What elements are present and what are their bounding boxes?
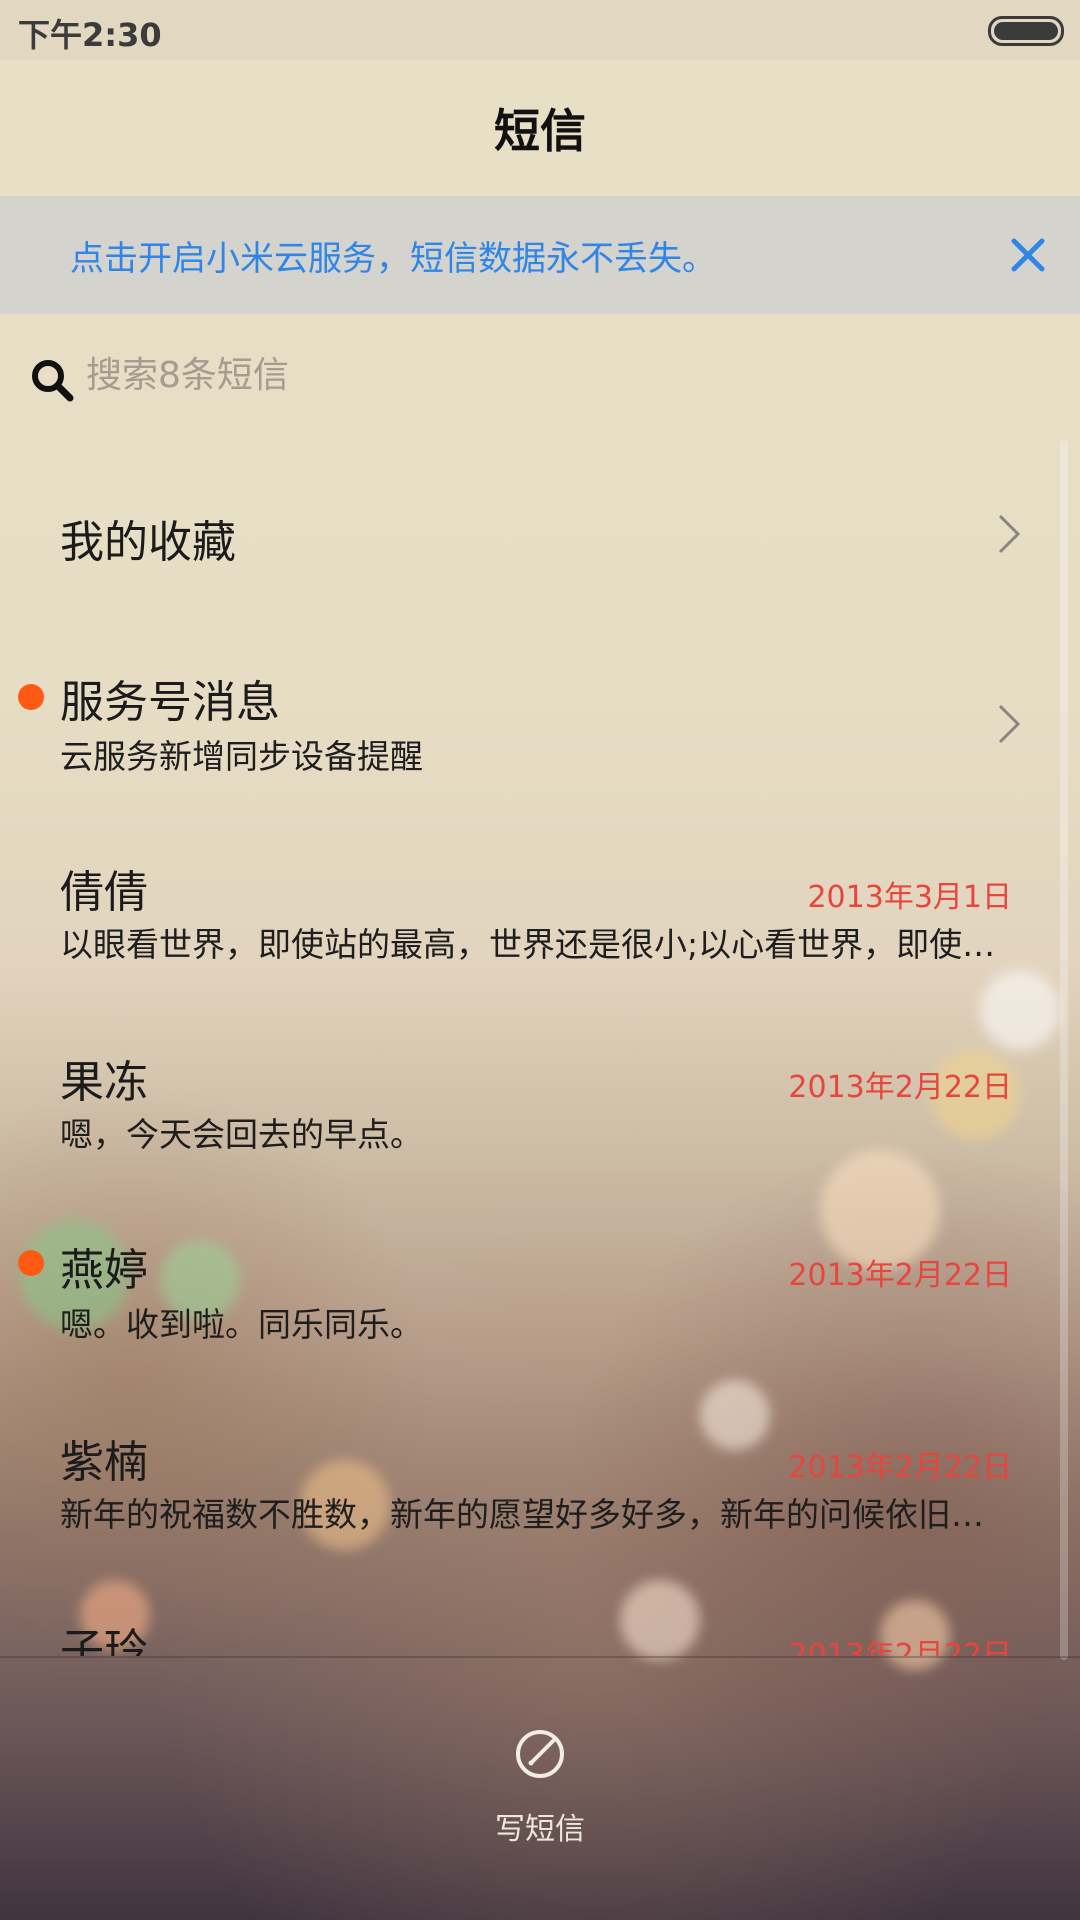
list-item-thread[interactable]: 果冻 2013年2月22日 嗯，今天会回去的早点。 [0, 1030, 1080, 1170]
title-bar: 短信 [0, 60, 1080, 196]
list-item-thread[interactable]: 燕婷 2013年2月22日 嗯。收到啦。同乐同乐。 [0, 1220, 1080, 1360]
unread-dot [18, 684, 44, 710]
search-input[interactable] [84, 344, 988, 406]
thread-date: 2013年2月22日 [788, 1070, 1012, 1105]
thread-snippet: 以眼看世界，即使站的最高，世界还是很小;以心看世界，即使站的最低，世界也会很大。 [60, 925, 1015, 964]
status-bar: 下午2:30 [0, 0, 1080, 60]
list-item-thread[interactable]: 子玲 2013年2月22日 [0, 1600, 1080, 1656]
thread-date: 2013年2月22日 [788, 1258, 1012, 1293]
thread-name: 我的收藏 [60, 517, 236, 568]
unread-dot [18, 1250, 44, 1276]
thread-name: 倩倩 [60, 867, 148, 918]
status-time: 下午2:30 [18, 16, 162, 54]
thread-name: 服务号消息 [60, 677, 280, 728]
list-item-thread[interactable]: 紫楠 2013年2月22日 新年的祝福数不胜数，新年的愿望好多好多，新年的问候依… [0, 1410, 1080, 1550]
page-title: 短信 [494, 104, 586, 158]
close-icon[interactable] [1002, 229, 1054, 281]
thread-date: 2013年2月22日 [788, 1638, 1012, 1656]
thread-name: 果冻 [60, 1057, 148, 1108]
battery-icon [988, 16, 1064, 46]
thread-date: 2013年3月1日 [807, 880, 1012, 915]
thread-name: 燕婷 [60, 1245, 148, 1296]
banner-text[interactable]: 点击开启小米云服务，短信数据永不丢失。 [70, 231, 716, 280]
thread-snippet: 云服务新增同步设备提醒 [60, 737, 423, 776]
thread-name: 子玲 [60, 1625, 148, 1656]
thread-snippet: 新年的祝福数不胜数，新年的愿望好多好多，新年的问候依旧温暖。 [60, 1495, 1015, 1534]
list-item-favorites[interactable]: 我的收藏 [0, 470, 1080, 600]
search-bar [0, 314, 1080, 434]
divider [0, 1656, 1080, 1658]
compose-button[interactable]: 写短信 [460, 1724, 620, 1847]
search-icon [32, 360, 74, 402]
compose-icon[interactable] [510, 1724, 570, 1784]
thread-date: 2013年2月22日 [788, 1450, 1012, 1485]
thread-snippet: 嗯。收到啦。同乐同乐。 [60, 1305, 423, 1344]
chevron-right-icon [998, 704, 1021, 744]
list-item-service-messages[interactable]: 服务号消息 云服务新增同步设备提醒 [0, 650, 1080, 790]
list-item-thread[interactable]: 倩倩 2013年3月1日 以眼看世界，即使站的最高，世界还是很小;以心看世界，即… [0, 840, 1080, 980]
thread-name: 紫楠 [60, 1437, 148, 1488]
compose-label[interactable]: 写短信 [460, 1804, 620, 1848]
thread-snippet: 嗯，今天会回去的早点。 [60, 1115, 423, 1154]
cloud-service-banner[interactable]: 点击开启小米云服务，短信数据永不丢失。 [0, 196, 1080, 314]
chevron-right-icon [998, 514, 1021, 554]
